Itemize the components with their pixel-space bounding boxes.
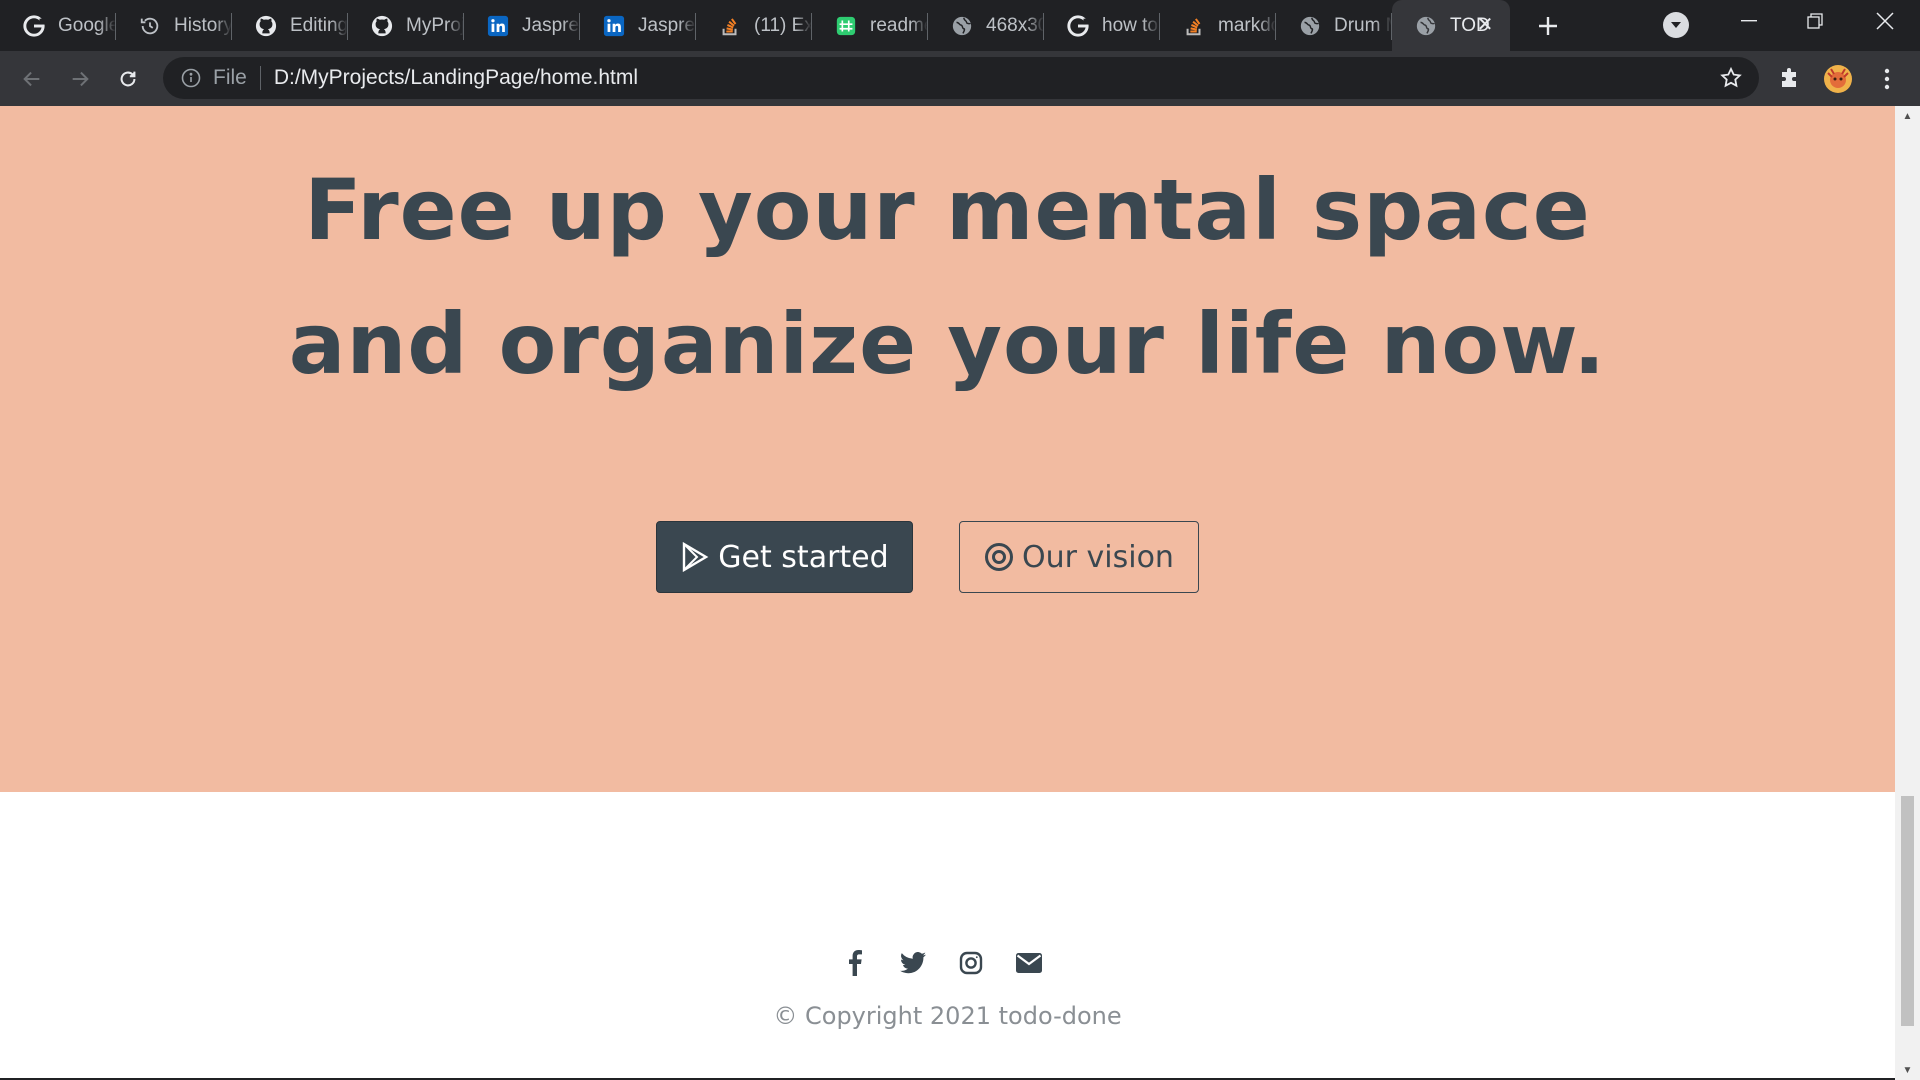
close-icon <box>1876 12 1894 30</box>
hero-section: Free up your mental space and organize y… <box>0 106 1895 792</box>
tab-label: (11) Exp <box>754 14 812 36</box>
scheme-label: File <box>213 66 247 89</box>
minimize-button[interactable] <box>1716 0 1782 42</box>
restore-icon <box>1807 13 1823 29</box>
puzzle-icon <box>1782 68 1796 87</box>
github-icon <box>254 14 278 38</box>
our-vision-label: Our vision <box>1022 539 1174 575</box>
google-icon <box>22 14 46 38</box>
profile-avatar[interactable] <box>1823 64 1853 94</box>
tab-468x30[interactable]: 468x30 <box>928 0 1044 51</box>
reload-icon <box>120 71 136 87</box>
extensions-button[interactable] <box>1775 64 1805 94</box>
tab-strip: Google History Editing MyProj Jaspree Ja… <box>0 0 1920 51</box>
restore-button[interactable] <box>1782 0 1848 42</box>
tab-label: Drum M <box>1334 14 1392 36</box>
plus-icon <box>1539 16 1557 35</box>
our-vision-button[interactable]: Our vision <box>959 521 1199 593</box>
globe-icon <box>1298 14 1322 38</box>
tab-search-button[interactable] <box>1663 12 1689 38</box>
back-arrow-icon <box>23 71 40 87</box>
scroll-down-arrow-icon[interactable]: ▼ <box>1895 1060 1920 1080</box>
info-icon[interactable] <box>179 66 203 90</box>
tab-stackoverflow-1[interactable]: (11) Exp <box>696 0 812 51</box>
get-started-button[interactable]: Get started <box>656 521 913 593</box>
globe-icon <box>1414 14 1438 38</box>
target-icon <box>984 542 1014 572</box>
forward-arrow-icon <box>72 71 89 87</box>
instagram-icon[interactable] <box>956 948 986 978</box>
tab-github-editing[interactable]: Editing <box>232 0 348 51</box>
scroll-up-arrow-icon[interactable]: ▲ <box>1895 106 1920 126</box>
tab-google[interactable]: Google <box>0 0 116 51</box>
github-icon <box>370 14 394 38</box>
tab-readme[interactable]: readme <box>812 0 928 51</box>
divider <box>259 66 261 90</box>
headline-line-2: and organize your life now. <box>288 295 1607 393</box>
tab-label: markdo <box>1218 14 1276 36</box>
globe-icon <box>950 14 974 38</box>
tab-label: readme <box>870 14 928 36</box>
tab-github-myproj[interactable]: MyProj <box>348 0 464 51</box>
facebook-icon[interactable] <box>840 948 870 978</box>
history-icon <box>138 14 162 38</box>
forward-button[interactable] <box>63 62 97 96</box>
address-bar[interactable]: File D:/MyProjects/LandingPage/home.html <box>163 57 1759 99</box>
tab-label: 468x30 <box>986 14 1044 36</box>
tab-label: Editing <box>290 14 348 36</box>
stackoverflow-icon <box>718 14 742 38</box>
new-tab-button[interactable] <box>1520 0 1576 51</box>
reload-button[interactable] <box>111 62 145 96</box>
linkedin-icon <box>602 14 626 38</box>
tab-stackoverflow-2[interactable]: markdo <box>1160 0 1276 51</box>
minimize-icon <box>1741 20 1757 22</box>
menu-button[interactable] <box>1872 64 1902 94</box>
tab-drum[interactable]: Drum M <box>1276 0 1392 51</box>
chevron-down-icon <box>1671 22 1681 28</box>
tab-history[interactable]: History <box>116 0 232 51</box>
tab-label: Google <box>58 14 116 36</box>
tab-label: History <box>174 14 232 36</box>
twitter-icon[interactable] <box>898 948 928 978</box>
close-icon[interactable]: ✕ <box>1474 14 1496 36</box>
tab-label: Jaspree <box>522 14 580 36</box>
close-window-button[interactable] <box>1852 0 1918 42</box>
headline-line-1: Free up your mental space <box>304 161 1591 259</box>
copyright-text: © Copyright 2021 todo-done <box>773 1002 1122 1030</box>
page-viewport: Free up your mental space and organize y… <box>0 106 1895 1080</box>
scrollbar-thumb[interactable] <box>1901 796 1914 1026</box>
stackoverflow-icon <box>1182 14 1206 38</box>
url-text[interactable]: D:/MyProjects/LandingPage/home.html <box>274 66 638 90</box>
back-button[interactable] <box>15 62 49 96</box>
tab-howto[interactable]: how to <box>1044 0 1160 51</box>
linkedin-icon <box>486 14 510 38</box>
social-links <box>840 948 1072 978</box>
bookmark-star-icon[interactable] <box>1719 66 1743 90</box>
tab-label: Jaspree <box>638 14 696 36</box>
tab-active[interactable]: TOD ✕ <box>1392 0 1510 51</box>
browser-toolbar: File D:/MyProjects/LandingPage/home.html <box>0 51 1920 106</box>
google-icon <box>1066 14 1090 38</box>
google-play-icon <box>680 542 710 572</box>
avatar <box>1824 65 1852 93</box>
tab-label: how to <box>1102 14 1158 36</box>
tab-linkedin-1[interactable]: Jaspree <box>464 0 580 51</box>
vertical-scrollbar[interactable]: ▲ ▼ <box>1895 106 1920 1080</box>
envelope-icon[interactable] <box>1014 948 1044 978</box>
kebab-menu-icon <box>1884 68 1890 90</box>
hashnode-icon <box>834 14 858 38</box>
get-started-label: Get started <box>718 539 889 575</box>
hero-headline: Free up your mental space and organize y… <box>0 106 1895 411</box>
tab-linkedin-2[interactable]: Jaspree <box>580 0 696 51</box>
tab-label: MyProj <box>406 14 464 36</box>
